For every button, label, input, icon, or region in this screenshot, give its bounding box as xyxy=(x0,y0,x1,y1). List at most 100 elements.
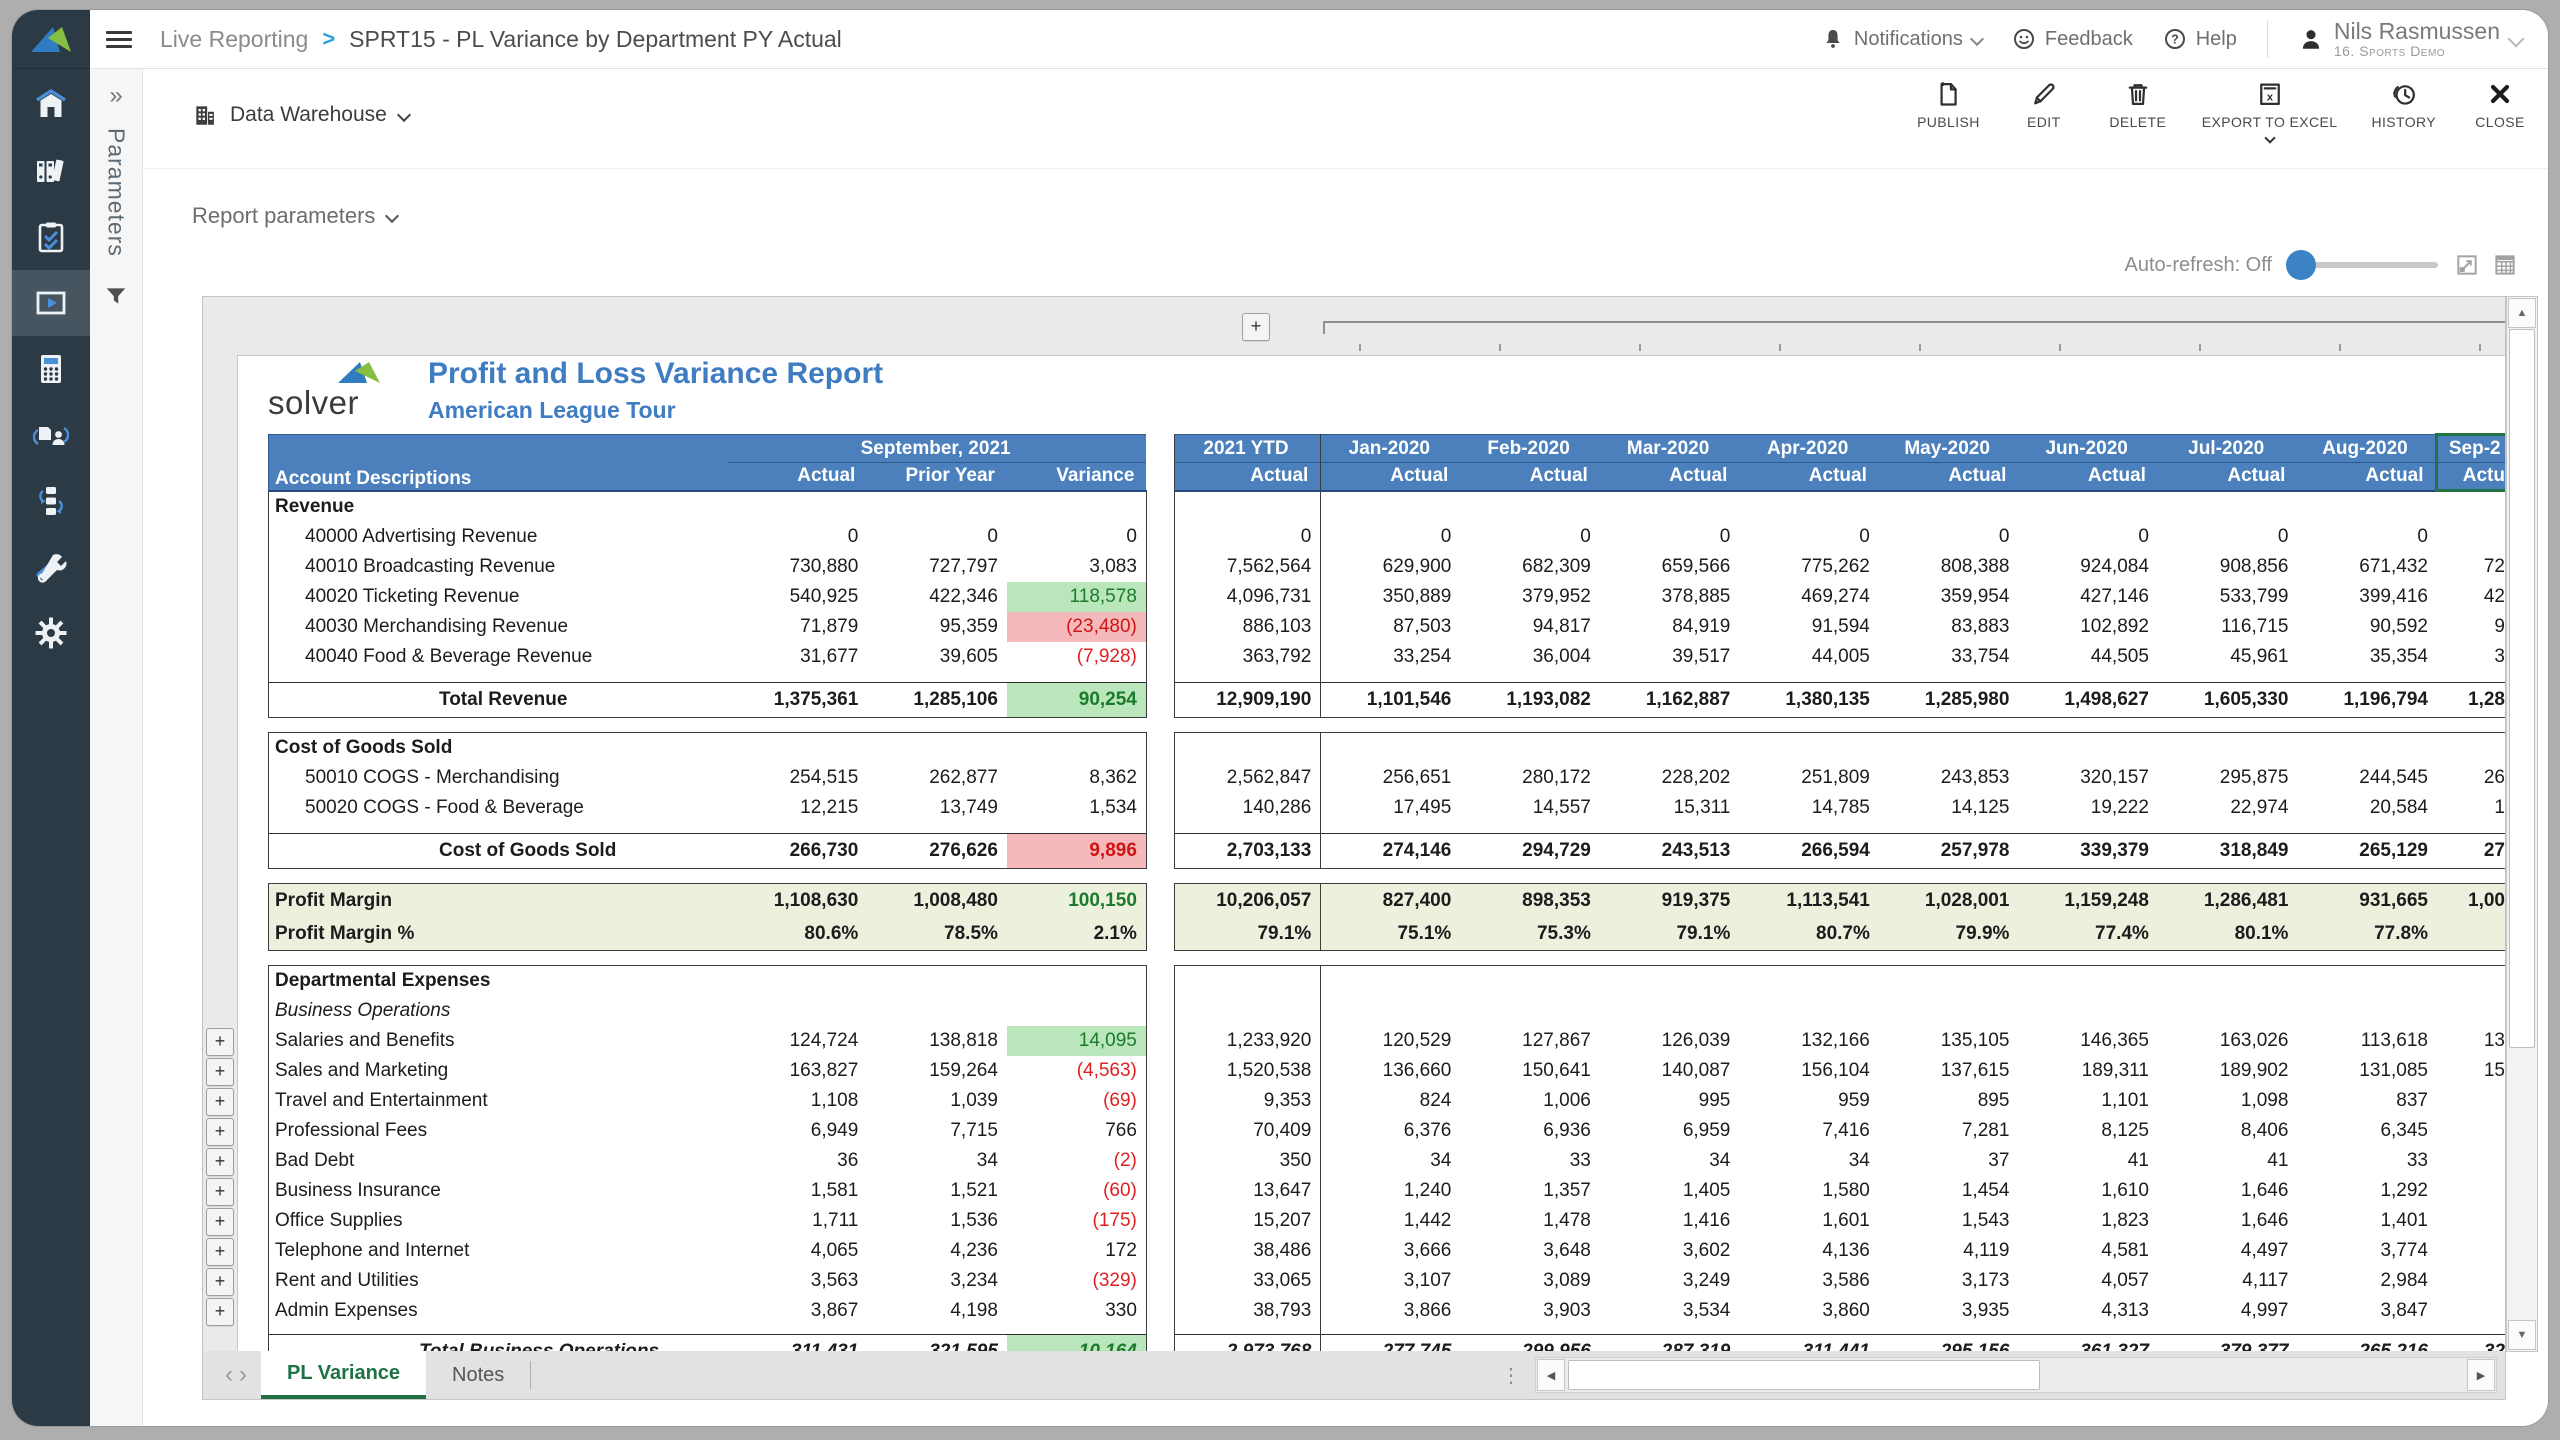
value-cell[interactable] xyxy=(728,733,868,764)
value-cell[interactable]: 36 xyxy=(728,1146,868,1176)
value-cell[interactable]: 3,867 xyxy=(728,1296,868,1326)
account-cell[interactable] xyxy=(269,672,728,683)
month-cell[interactable]: 533,799 xyxy=(2158,582,2298,612)
month-cell[interactable]: 244,545 xyxy=(2297,763,2437,793)
open-in-window-icon[interactable] xyxy=(2454,252,2480,278)
month-cell[interactable] xyxy=(1460,491,1600,523)
month-cell[interactable]: 3,648 xyxy=(1460,1236,1600,1266)
value-cell[interactable]: 78.5% xyxy=(867,917,1007,951)
month-cell[interactable]: 257,978 xyxy=(1879,834,2019,869)
cut-month-cell[interactable]: 3 xyxy=(2437,642,2505,672)
row-group-expand-button[interactable]: + xyxy=(206,1088,234,1116)
month-cell[interactable]: 1,610 xyxy=(2018,1176,2158,1206)
month-cell[interactable]: 35,354 xyxy=(2297,642,2437,672)
month-cell[interactable]: 808,388 xyxy=(1879,552,2019,582)
value-cell[interactable]: 1,711 xyxy=(728,1206,868,1236)
month-cell[interactable]: 629,900 xyxy=(1321,552,1461,582)
ytd-cell[interactable]: 363,792 xyxy=(1174,642,1321,672)
pane-gap[interactable] xyxy=(1146,996,1174,1026)
month-cell[interactable] xyxy=(1879,966,2019,997)
month-cell[interactable]: 378,885 xyxy=(1600,582,1740,612)
month-cell[interactable]: 827,400 xyxy=(1321,884,1461,918)
month-cell[interactable]: 824 xyxy=(1321,1086,1461,1116)
value-cell[interactable]: 311,431 xyxy=(728,1335,868,1352)
variance-cell[interactable]: (23,480) xyxy=(1007,612,1146,642)
variance-cell[interactable]: 330 xyxy=(1007,1296,1146,1326)
month-cell[interactable]: 1,098 xyxy=(2158,1086,2298,1116)
ytd-cell[interactable]: 33,065 xyxy=(1174,1266,1321,1296)
data-warehouse-dropdown[interactable]: Data Warehouse xyxy=(192,102,409,128)
pane-gap[interactable] xyxy=(1146,522,1174,552)
value-cell[interactable]: 727,797 xyxy=(867,552,1007,582)
value-cell[interactable]: 7,715 xyxy=(867,1116,1007,1146)
month-cell[interactable] xyxy=(2297,733,2437,764)
pane-gap[interactable] xyxy=(1146,917,1174,951)
month-cell[interactable]: 3,847 xyxy=(2297,1296,2437,1326)
month-cell[interactable]: 0 xyxy=(2297,522,2437,552)
account-cell[interactable]: Revenue xyxy=(269,491,728,523)
month-cell[interactable]: 75.1% xyxy=(1321,917,1461,951)
month-cell[interactable]: 33 xyxy=(1460,1146,1600,1176)
month-subheader[interactable]: Actual xyxy=(1879,463,2019,491)
row-group-expand-button[interactable]: + xyxy=(206,1178,234,1206)
month-cell[interactable]: 79.1% xyxy=(1600,917,1740,951)
month-cell[interactable]: 156,104 xyxy=(1739,1056,1879,1086)
month-cell[interactable]: 0 xyxy=(1739,522,1879,552)
month-cell[interactable] xyxy=(2297,966,2437,997)
sidebar-item-tasks[interactable] xyxy=(12,204,90,270)
feedback-button[interactable]: Feedback xyxy=(2012,27,2133,51)
value-cell[interactable] xyxy=(728,491,868,523)
account-cell[interactable]: 50020 COGS - Food & Beverage xyxy=(269,793,728,823)
month-cell[interactable]: 91,594 xyxy=(1739,612,1879,642)
value-cell[interactable]: 3,234 xyxy=(867,1266,1007,1296)
month-cell[interactable] xyxy=(1600,672,1740,683)
account-cell[interactable]: Admin Expenses xyxy=(269,1296,728,1326)
month-cell[interactable]: 4,117 xyxy=(2158,1266,2298,1296)
month-cell[interactable] xyxy=(1321,672,1461,683)
pane-gap[interactable] xyxy=(1146,1176,1174,1206)
scroll-up-button[interactable]: ▲ xyxy=(2508,298,2536,328)
month-cell[interactable] xyxy=(1879,491,2019,523)
pane-gap[interactable] xyxy=(1146,1026,1174,1056)
month-cell[interactable]: 6,936 xyxy=(1460,1116,1600,1146)
delete-button[interactable]: DELETE xyxy=(2108,80,2168,130)
month-cell[interactable]: 19,222 xyxy=(2018,793,2158,823)
sidebar-item-share-doc[interactable] xyxy=(12,402,90,468)
account-descriptions-header[interactable]: Account Descriptions xyxy=(269,435,728,491)
splitter-handle[interactable]: ⋮ xyxy=(1501,1351,1531,1399)
month-cell[interactable] xyxy=(2297,996,2437,1026)
ytd-cell[interactable]: 2,973,768 xyxy=(1174,1335,1321,1352)
month-cell[interactable]: 15,311 xyxy=(1600,793,1740,823)
pane-gap[interactable] xyxy=(1146,763,1174,793)
month-subheader[interactable]: Actual xyxy=(1174,463,1321,491)
month-cell[interactable]: 77.8% xyxy=(2297,917,2437,951)
month-cell[interactable]: 3,903 xyxy=(1460,1296,1600,1326)
month-cell[interactable]: 1,357 xyxy=(1460,1176,1600,1206)
month-cell[interactable]: 274,146 xyxy=(1321,834,1461,869)
value-cell[interactable]: 1,581 xyxy=(728,1176,868,1206)
month-cell[interactable]: 895 xyxy=(1879,1086,2019,1116)
variance-cell[interactable] xyxy=(1007,996,1146,1026)
month-cell[interactable]: 924,084 xyxy=(2018,552,2158,582)
account-cell[interactable]: 40030 Merchandising Revenue xyxy=(269,612,728,642)
ytd-cell[interactable]: 140,286 xyxy=(1174,793,1321,823)
ytd-cell[interactable]: 9,353 xyxy=(1174,1086,1321,1116)
account-cell[interactable]: 50010 COGS - Merchandising xyxy=(269,763,728,793)
ytd-cell[interactable]: 79.1% xyxy=(1174,917,1321,951)
cut-month-cell[interactable]: 32 xyxy=(2437,1335,2505,1352)
month-cell[interactable]: 287,319 xyxy=(1600,1335,1740,1352)
month-cell[interactable]: 80.7% xyxy=(1739,917,1879,951)
horizontal-scrollbar[interactable]: ◀ ▶ xyxy=(1535,1357,2497,1393)
cut-month-cell[interactable]: 72 xyxy=(2437,552,2505,582)
ytd-cell[interactable]: 1,233,920 xyxy=(1174,1026,1321,1056)
variance-cell[interactable] xyxy=(1007,733,1146,764)
variance-cell[interactable] xyxy=(1007,823,1146,834)
ytd-cell[interactable]: 70,409 xyxy=(1174,1116,1321,1146)
account-cell[interactable]: Office Supplies xyxy=(269,1206,728,1236)
value-cell[interactable] xyxy=(867,823,1007,834)
variance-cell[interactable]: (4,563) xyxy=(1007,1056,1146,1086)
value-cell[interactable] xyxy=(867,491,1007,523)
pane-gap[interactable] xyxy=(1146,612,1174,642)
month-cell[interactable] xyxy=(1879,996,2019,1026)
account-cell[interactable]: Rent and Utilities xyxy=(269,1266,728,1296)
